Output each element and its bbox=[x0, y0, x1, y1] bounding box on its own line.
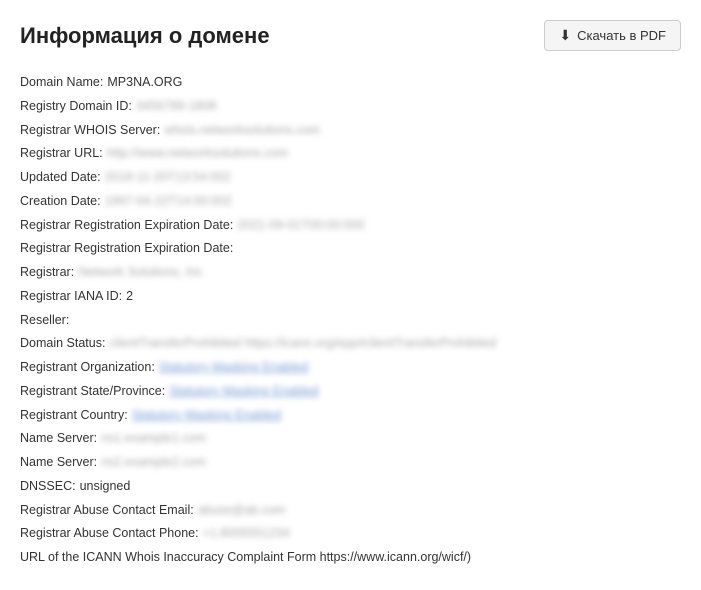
field-value: Statutory Masking Enabled bbox=[132, 404, 281, 428]
field-value: unsigned bbox=[80, 475, 131, 499]
info-row: Registrar Abuse Contact Phone:+1.8005551… bbox=[20, 522, 681, 546]
info-row: Registrant Country:Statutory Masking Ena… bbox=[20, 404, 681, 428]
field-label: Creation Date: bbox=[20, 190, 101, 214]
info-row: Registrar Registration Expiration Date: bbox=[20, 237, 681, 261]
info-row: Reseller: bbox=[20, 309, 681, 333]
field-value: 2021-09-01T00:00:000 bbox=[237, 214, 364, 238]
info-row: Registrar URL:http://www.networksolution… bbox=[20, 142, 681, 166]
field-label: DNSSEC: bbox=[20, 475, 76, 499]
info-row: Registrar IANA ID:2 bbox=[20, 285, 681, 309]
field-label: Name Server: bbox=[20, 427, 97, 451]
info-row: Domain Status:clientTransferProhibited h… bbox=[20, 332, 681, 356]
field-label: Registrar Registration Expiration Date: bbox=[20, 237, 233, 261]
field-label: Updated Date: bbox=[20, 166, 101, 190]
domain-info-block: Domain Name:MP3NA.ORGRegistry Domain ID:… bbox=[20, 71, 681, 570]
info-row: Name Server:ns2.example2.com bbox=[20, 451, 681, 475]
field-value: clientTransferProhibited https://icann.o… bbox=[109, 332, 496, 356]
info-row: Registrar Abuse Contact Email:abuse@ab.c… bbox=[20, 499, 681, 523]
field-value: Network Solutions, Inc bbox=[78, 261, 202, 285]
page-title: Информация о домене bbox=[20, 23, 270, 49]
download-pdf-button[interactable]: ⬇ Скачать в PDF bbox=[544, 20, 681, 51]
field-label: Registrar: bbox=[20, 261, 74, 285]
info-row: Updated Date:2018-11-20T13:54:002 bbox=[20, 166, 681, 190]
field-value: whois.networksolutions.com bbox=[164, 119, 320, 143]
field-label: Registrant Country: bbox=[20, 404, 128, 428]
field-label: Domain Name: bbox=[20, 71, 103, 95]
field-value: 2 bbox=[126, 285, 133, 309]
field-label: Name Server: bbox=[20, 451, 97, 475]
field-label: Registrar Abuse Contact Email: bbox=[20, 499, 194, 523]
field-label: Registrar Abuse Contact Phone: bbox=[20, 522, 199, 546]
field-label: Registrar Registration Expiration Date: bbox=[20, 214, 233, 238]
field-label: Registrant State/Province: bbox=[20, 380, 165, 404]
field-label: Registry Domain ID: bbox=[20, 95, 132, 119]
field-value: MP3NA.ORG bbox=[107, 71, 182, 95]
info-row: URL of the ICANN Whois Inaccuracy Compla… bbox=[20, 546, 681, 570]
page-header: Информация о домене ⬇ Скачать в PDF bbox=[20, 20, 681, 51]
info-row: DNSSEC:unsigned bbox=[20, 475, 681, 499]
field-label: Registrar WHOIS Server: bbox=[20, 119, 160, 143]
info-row: Registrar Registration Expiration Date:2… bbox=[20, 214, 681, 238]
field-value: 1997-04-22T14:00:002 bbox=[105, 190, 232, 214]
info-row: Registry Domain ID:3456789-1808 bbox=[20, 95, 681, 119]
field-label: Reseller: bbox=[20, 309, 69, 333]
info-row: Registrant State/Province:Statutory Mask… bbox=[20, 380, 681, 404]
info-row: Domain Name:MP3NA.ORG bbox=[20, 71, 681, 95]
field-value: http://www.networksolutions.com bbox=[107, 142, 288, 166]
field-value: Statutory Masking Enabled bbox=[159, 356, 308, 380]
field-value: ns1.example1.com bbox=[101, 427, 206, 451]
field-value: abuse@ab.com bbox=[198, 499, 286, 523]
field-label: Registrar URL: bbox=[20, 142, 103, 166]
field-value: ns2.example2.com bbox=[101, 451, 206, 475]
field-label: Registrant Organization: bbox=[20, 356, 155, 380]
field-label: Domain Status: bbox=[20, 332, 105, 356]
field-value: +1.8005551234 bbox=[203, 522, 290, 546]
field-value: Statutory Masking Enabled bbox=[169, 380, 318, 404]
info-row: Registrant Organization:Statutory Maskin… bbox=[20, 356, 681, 380]
info-row: Registrar:Network Solutions, Inc bbox=[20, 261, 681, 285]
info-row: Registrar WHOIS Server:whois.networksolu… bbox=[20, 119, 681, 143]
field-label: Registrar IANA ID: bbox=[20, 285, 122, 309]
info-row: Name Server:ns1.example1.com bbox=[20, 427, 681, 451]
download-button-label: Скачать в PDF bbox=[577, 28, 666, 43]
field-label: URL of the ICANN Whois Inaccuracy Compla… bbox=[20, 546, 471, 570]
download-icon: ⬇ bbox=[559, 27, 571, 44]
field-value: 2018-11-20T13:54:002 bbox=[105, 166, 231, 190]
info-row: Creation Date:1997-04-22T14:00:002 bbox=[20, 190, 681, 214]
field-value: 3456789-1808 bbox=[136, 95, 217, 119]
